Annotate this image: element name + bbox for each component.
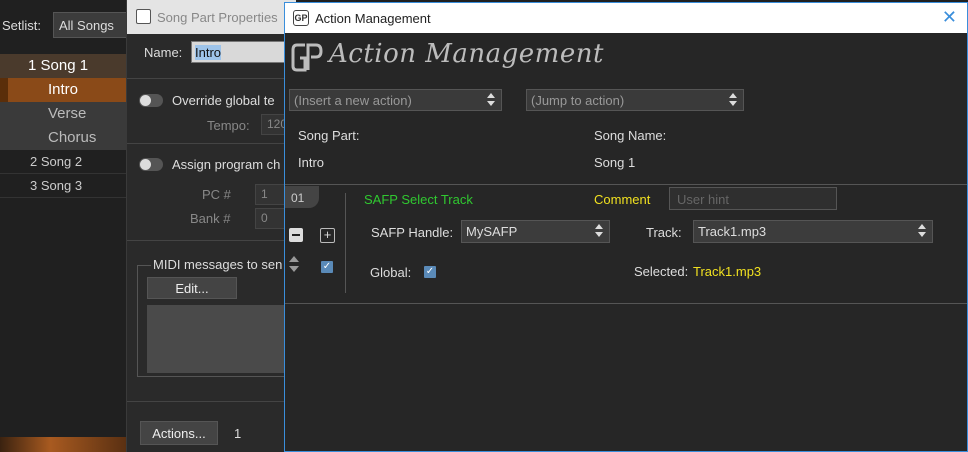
override-tempo-label: Override global te [172,93,275,108]
assign-program-label: Assign program ch [172,157,281,172]
song-part-properties-window: Song Part Properties Name: Intro Overrid… [126,0,311,452]
midi-message-list[interactable] [147,305,297,373]
action-number: 01 [285,186,319,208]
name-label: Name: [144,45,183,60]
divider [127,78,297,79]
am-logo-text: Action Management [329,39,604,69]
safp-handle-value: MySAFP [466,224,518,239]
global-label: Global: [370,265,412,280]
setlist-bar: Setlist: All Songs [0,12,140,38]
song-name-value: Song 1 [594,155,636,170]
safp-handle-combo[interactable]: MySAFP [461,220,610,243]
song-list: 1 Song 1 Intro Verse Chorus 2 Song 2 3 S… [0,54,130,198]
divider [345,193,346,293]
global-checkbox[interactable]: ✓ [424,266,436,278]
selected-label: Selected: [634,264,689,279]
updown-arrows-icon [729,93,737,107]
background-strip [0,437,126,452]
am-title: Action Management [315,11,431,26]
actions-count: 1 [234,426,242,441]
song-part-label: Song Part: [298,128,360,143]
tempo-label: Tempo: [207,118,250,133]
gp-app-icon: GP [293,10,309,26]
setlist-select[interactable]: All Songs [53,12,133,38]
track-value: Track1.mp3 [698,224,767,239]
add-action-button[interactable]: + [320,228,335,243]
action-name: SAFP Select Track [364,192,473,207]
remove-action-button[interactable] [289,228,303,242]
song-row-3[interactable]: 3 Song 3 [0,174,130,198]
updown-arrows-icon [487,93,495,107]
divider [127,143,297,144]
midi-group-label: MIDI messages to sen [151,257,285,272]
spp-title: Song Part Properties [157,10,278,25]
app-icon [136,9,151,24]
song-row-1[interactable]: 1 Song 1 [0,54,130,78]
divider [127,401,297,402]
setlist-label: Setlist: [2,18,42,33]
action-management-window: GP Action Management ✕ Action Management… [284,2,968,452]
assign-program-toggle[interactable] [139,158,163,171]
jump-to-action-combo[interactable]: (Jump to action) [526,89,744,111]
selected-value: Track1.mp3 [693,264,762,279]
part-row-chorus[interactable]: Chorus [0,126,130,150]
song-row-2[interactable]: 2 Song 2 [0,150,130,174]
gp-logo-icon [291,43,323,72]
updown-arrows-icon [918,224,926,238]
action-item: 01 + ✓ SAFP Select Track Comment User hi… [285,184,967,304]
updown-arrows-icon [595,224,603,238]
part-row-verse[interactable]: Verse [0,102,130,126]
safp-handle-label: SAFP Handle: [371,225,454,240]
jump-to-action-text: (Jump to action) [531,93,625,108]
track-combo[interactable]: Track1.mp3 [693,220,933,243]
name-input-value: Intro [195,45,222,60]
spp-titlebar: Song Part Properties [127,0,296,34]
bank-label: Bank # [190,211,231,226]
reorder-arrows-icon[interactable] [289,256,299,274]
comment-label: Comment [594,192,651,207]
action-enabled-checkbox[interactable]: ✓ [321,261,333,273]
insert-action-text: (Insert a new action) [294,93,412,108]
am-titlebar: GP Action Management ✕ [285,3,967,33]
divider [127,240,297,241]
track-label: Track: [646,225,682,240]
song-name-label: Song Name: [594,128,667,143]
comment-input[interactable]: User hint [669,187,837,210]
midi-edit-button[interactable]: Edit... [147,277,237,299]
close-icon[interactable]: ✕ [942,7,957,28]
am-header: Action Management [285,33,967,79]
insert-action-combo[interactable]: (Insert a new action) [289,89,502,111]
override-tempo-toggle[interactable] [139,94,163,107]
part-row-intro[interactable]: Intro [0,78,130,102]
pc-label: PC # [202,187,231,202]
actions-button[interactable]: Actions... [140,421,218,445]
song-part-value: Intro [298,155,325,170]
